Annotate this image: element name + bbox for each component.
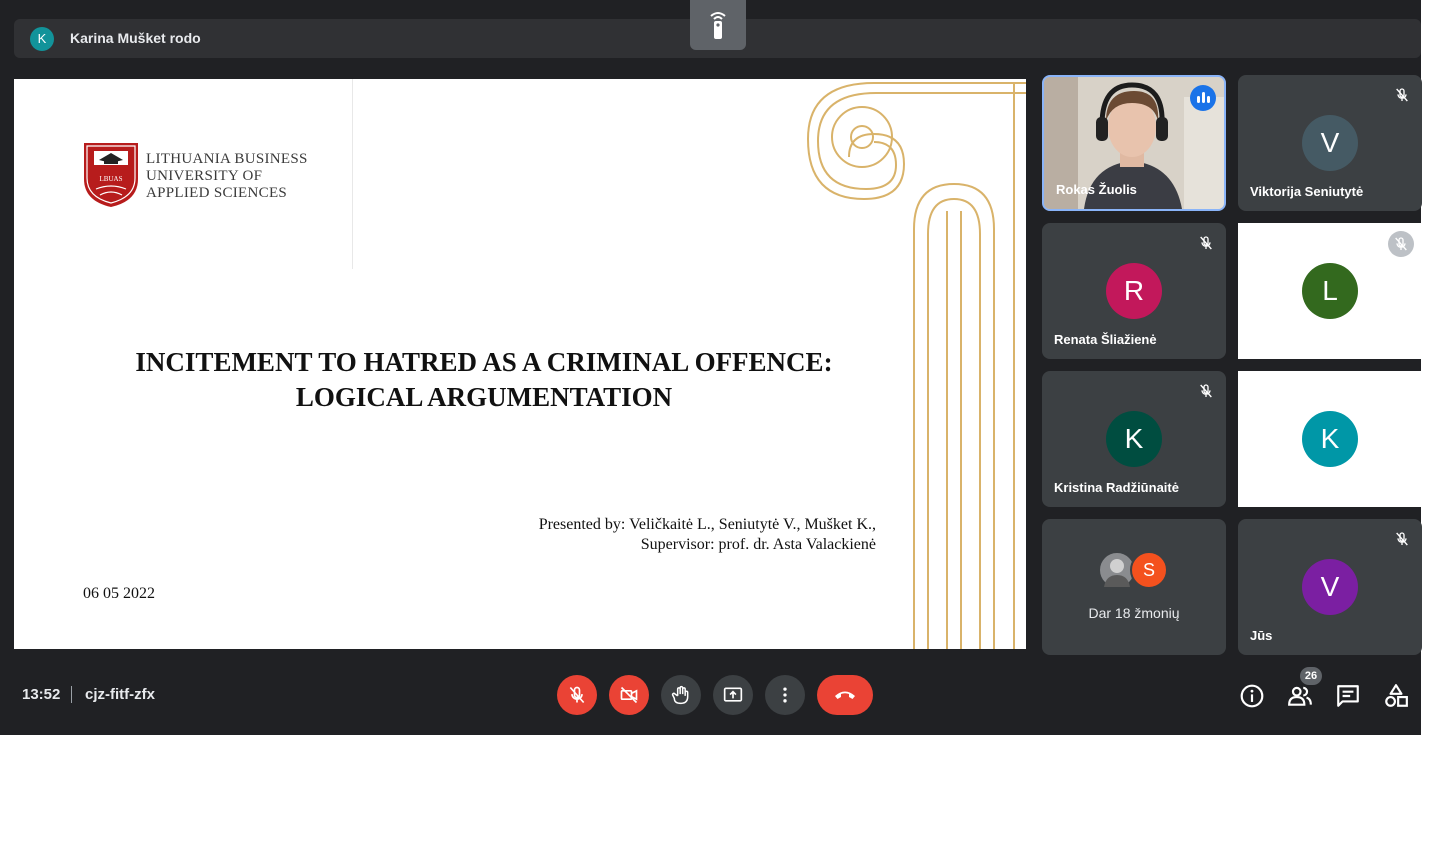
meet-window: K Karina Mušket rodo LBUAS LITHUANIA BUS… <box>0 0 1422 735</box>
chat-icon[interactable] <box>1335 683 1361 709</box>
participant-name: Viktorija Seniutytė <box>1250 184 1364 199</box>
more-vert-icon <box>783 687 787 703</box>
participant-avatar: V <box>1302 559 1358 615</box>
mic-off-icon <box>569 686 585 704</box>
participant-avatar: V <box>1302 115 1358 171</box>
remote-control-tab[interactable] <box>690 0 746 50</box>
institution-line-2: UNIVERSITY OF <box>146 168 263 184</box>
more-participants-tile[interactable]: S Dar 18 žmonių <box>1042 519 1226 655</box>
institution-line-1: LITHUANIA BUSINESS <box>146 151 308 167</box>
participant-avatar: L <box>1302 263 1358 319</box>
footer-separator <box>71 686 72 703</box>
participant-avatar: K <box>1302 411 1358 467</box>
more-participants-label: Dar 18 žmonių <box>1088 605 1180 621</box>
activities-icon[interactable] <box>1383 683 1409 709</box>
camera-off-icon <box>620 686 638 704</box>
speaking-icon <box>1190 85 1216 111</box>
participant-tile-self[interactable]: V Jūs <box>1238 519 1422 655</box>
mic-off-icon <box>1396 88 1408 102</box>
call-end-icon <box>835 691 855 699</box>
participant-tile-rokas[interactable]: Rokas Žuolis <box>1042 75 1226 211</box>
present-screen-button[interactable] <box>713 675 753 715</box>
participant-name: Renata Šliažienė <box>1054 332 1157 347</box>
institution-name: LITHUANIA BUSINESS UNIVERSITY OF APPLIED… <box>146 151 308 202</box>
avatar-photo-icon <box>1104 559 1130 587</box>
mic-toggle-button[interactable] <box>557 675 597 715</box>
participant-tile-k[interactable]: K <box>1238 371 1422 507</box>
participant-name: Jūs <box>1250 628 1273 643</box>
mic-off-icon <box>1396 532 1408 546</box>
participant-avatar: K <box>1106 411 1162 467</box>
participant-tile-viktorija[interactable]: V Viktorija Seniutytė <box>1238 75 1422 211</box>
info-icon[interactable] <box>1239 683 1265 709</box>
meeting-code: cjz-fitf-zfx <box>85 686 155 703</box>
mic-off-icon <box>1388 231 1414 257</box>
more-participants-avatars: S <box>1098 551 1174 591</box>
presenter-label: Karina Mušket rodo <box>70 30 201 46</box>
present-icon <box>723 687 743 702</box>
leave-call-button[interactable] <box>817 675 873 715</box>
institution-line-3: APPLIED SCIENCES <box>146 185 288 201</box>
participant-name: Kristina Radžiūnaitė <box>1054 480 1179 495</box>
mic-off-icon <box>1200 236 1212 250</box>
participant-tile-kristina[interactable]: K Kristina Radžiūnaitė <box>1042 371 1226 507</box>
participant-avatar: S <box>1130 551 1168 589</box>
remote-icon <box>710 12 726 39</box>
column-ornament <box>806 82 1026 649</box>
presentation-slide: LBUAS LITHUANIA BUSINESS UNIVERSITY OF A… <box>14 79 1026 649</box>
meeting-clock: 13:52 <box>22 686 61 703</box>
camera-toggle-button[interactable] <box>609 675 649 715</box>
slide-date: 06 05 2022 <box>83 585 155 602</box>
more-options-button[interactable] <box>765 675 805 715</box>
participant-name: Rokas Žuolis <box>1056 182 1137 197</box>
logo-mark-text: LBUAS <box>100 175 123 183</box>
participant-tile-renata[interactable]: R Renata Šliažienė <box>1042 223 1226 359</box>
university-logo: LBUAS <box>84 143 138 207</box>
raise-hand-button[interactable] <box>661 675 701 715</box>
people-icon[interactable] <box>1287 683 1313 709</box>
hand-icon <box>671 685 689 705</box>
participant-tile-l[interactable]: L <box>1238 223 1422 359</box>
mic-off-icon <box>1200 384 1212 398</box>
presenter-avatar: K <box>30 27 54 51</box>
participant-avatar: R <box>1106 263 1162 319</box>
slide-divider <box>352 79 353 269</box>
